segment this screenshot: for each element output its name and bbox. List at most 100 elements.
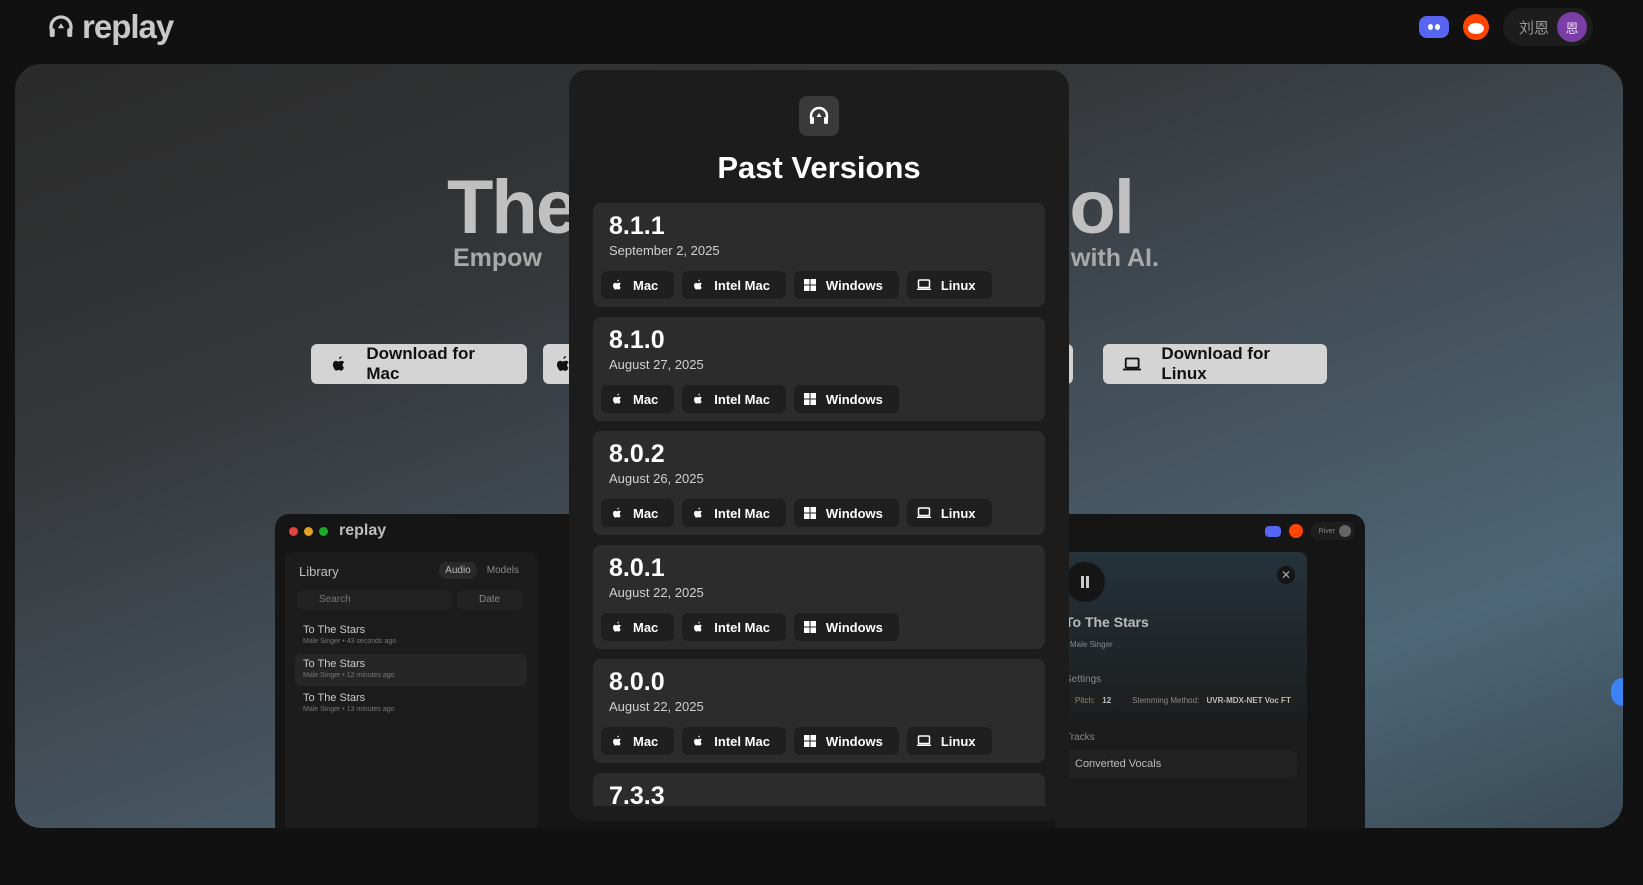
download-mac-button[interactable]: Mac xyxy=(601,385,675,413)
reddit-icon[interactable] xyxy=(1462,14,1489,40)
download-windows-button[interactable]: Windows xyxy=(793,499,899,527)
download-intel-mac-button[interactable]: Intel Mac xyxy=(682,499,786,527)
tracks-label: Tracks xyxy=(1065,732,1095,743)
modal-title: Past Versions xyxy=(717,150,921,185)
apple-icon xyxy=(692,507,704,519)
platform-buttons: Mac Intel Mac Windows Linux xyxy=(601,499,992,527)
download-intel-mac-button[interactable]: Intel Mac xyxy=(682,271,786,299)
version-list[interactable]: 8.1.1 September 2, 2025 Mac Intel Mac Window… xyxy=(593,203,1045,806)
windows-icon xyxy=(803,735,816,747)
settings-meta: Pitch: 12 Stemming Method: UVR-MDX-NET V… xyxy=(1065,694,1296,707)
version-number: 7.3.3 xyxy=(609,782,665,806)
close-icon: ✕ xyxy=(1277,566,1295,584)
platform-label: Mac xyxy=(633,733,659,749)
window-controls xyxy=(289,527,328,536)
download-linux-button[interactable]: Linux xyxy=(906,271,992,299)
laptop-icon xyxy=(916,735,931,747)
platform-label: Intel Mac xyxy=(714,619,770,635)
pause-icon xyxy=(1065,562,1105,602)
apple-icon xyxy=(692,735,704,747)
download-linux-button[interactable]: Linux xyxy=(906,727,992,755)
version-card: 8.1.0 August 27, 2025 Mac Intel Mac Windows xyxy=(593,317,1045,421)
version-number: 8.0.0 xyxy=(609,668,665,696)
laptop-icon xyxy=(916,507,931,519)
user-menu[interactable]: 刘恩 恩 xyxy=(1502,8,1593,46)
library-search: Search xyxy=(297,590,452,610)
download-intel-mac-button[interactable]: Intel Mac xyxy=(682,727,786,755)
preview-header-icons: River xyxy=(1264,522,1355,540)
download-windows-button[interactable]: Windows xyxy=(793,271,899,299)
download-windows-button[interactable]: Windows xyxy=(793,613,899,641)
help-bubble[interactable] xyxy=(1611,678,1623,706)
apple-icon xyxy=(692,621,704,633)
user-name: 刘恩 xyxy=(1518,19,1549,37)
version-date: September 2, 2025 xyxy=(609,243,720,258)
apple-icon xyxy=(611,393,623,405)
track-title: To The Stars xyxy=(1065,614,1149,630)
platform-buttons: Mac Intel Mac Windows xyxy=(601,385,899,413)
library-panel: Library Audio Models Search Date To The … xyxy=(285,552,537,828)
platform-label: Windows xyxy=(825,619,883,635)
replay-logo[interactable]: replay xyxy=(46,8,174,46)
apple-icon xyxy=(692,393,704,405)
version-number: 8.0.1 xyxy=(609,554,665,582)
version-number: 8.1.0 xyxy=(609,326,665,354)
tab-models: Models xyxy=(486,565,519,576)
apple-icon xyxy=(611,735,623,747)
platform-label: Windows xyxy=(825,391,883,407)
laptop-icon xyxy=(916,279,931,291)
download-mac-button[interactable]: Mac xyxy=(601,613,675,641)
library-sort: Date xyxy=(457,590,523,610)
download-intel-mac-button[interactable]: Intel Mac xyxy=(682,385,786,413)
windows-icon xyxy=(803,279,816,291)
platform-label: Mac xyxy=(633,505,659,521)
platform-label: Intel Mac xyxy=(714,505,770,521)
platform-label: Windows xyxy=(825,733,883,749)
reddit-icon xyxy=(1288,524,1303,538)
platform-label: Intel Mac xyxy=(714,277,770,293)
headphones-icon xyxy=(799,96,839,136)
download-windows-button[interactable]: Windows xyxy=(793,727,899,755)
apple-icon xyxy=(692,279,704,291)
version-date: August 22, 2025 xyxy=(609,699,704,714)
windows-icon xyxy=(803,621,816,633)
download-mac-button[interactable]: Mac xyxy=(601,271,675,299)
platform-label: Intel Mac xyxy=(714,391,770,407)
settings-label: Settings xyxy=(1065,674,1102,685)
version-card: 7.3.3 xyxy=(593,773,1045,806)
apple-icon xyxy=(611,507,623,519)
list-item: To The Stars Male Singer • 43 seconds ago xyxy=(303,624,397,645)
version-number: 8.0.2 xyxy=(609,440,665,468)
platform-buttons: Mac Intel Mac Windows Linux xyxy=(601,727,992,755)
platform-label: Linux xyxy=(940,277,976,293)
download-mac-button[interactable]: Download for Mac xyxy=(311,344,527,384)
download-mac-button[interactable]: Mac xyxy=(601,499,675,527)
avatar: 恩 xyxy=(1557,12,1587,42)
download-intel-mac-button[interactable]: Intel Mac xyxy=(682,613,786,641)
platform-label: Linux xyxy=(940,505,976,521)
platform-label: Windows xyxy=(825,277,883,293)
platform-label: Mac xyxy=(633,277,659,293)
download-windows-button[interactable]: Windows xyxy=(793,385,899,413)
download-mac-button[interactable]: Mac xyxy=(601,727,675,755)
platform-buttons: Mac Intel Mac Windows xyxy=(601,613,899,641)
windows-icon xyxy=(803,393,816,405)
discord-icon xyxy=(1264,525,1281,537)
preview-logo: replay xyxy=(339,522,387,539)
track-item: Converted Vocals xyxy=(1065,750,1297,778)
apple-icon xyxy=(611,621,623,633)
version-card: 8.0.2 August 26, 2025 Mac Intel Mac Windows L… xyxy=(593,431,1045,535)
list-item: To The Stars Male Singer • 13 minutes ago xyxy=(303,692,395,713)
apple-icon xyxy=(332,356,345,371)
download-linux-button[interactable]: Download for Linux xyxy=(1103,344,1327,384)
download-linux-button[interactable]: Linux xyxy=(906,499,992,527)
preview-user: River xyxy=(1310,522,1355,540)
track-detail-panel: ✕ To The Stars Male Singer Settings Pitc… xyxy=(1055,552,1307,828)
platform-label: Linux xyxy=(940,733,976,749)
version-card: 8.0.1 August 22, 2025 Mac Intel Mac Windows xyxy=(593,545,1045,649)
library-tabs: Audio Models xyxy=(439,562,525,579)
platform-label: Intel Mac xyxy=(714,733,770,749)
discord-icon[interactable] xyxy=(1418,16,1449,38)
platform-label: Windows xyxy=(825,505,883,521)
version-card: 8.0.0 August 22, 2025 Mac Intel Mac Windows L… xyxy=(593,659,1045,763)
